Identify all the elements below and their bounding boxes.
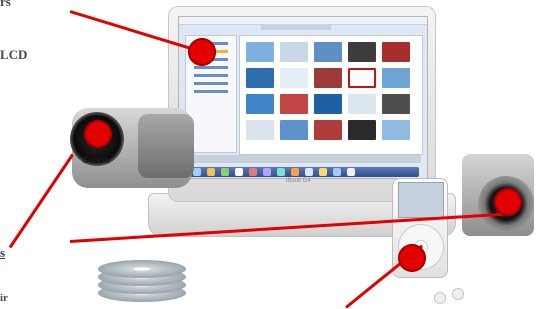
earbud — [452, 288, 464, 300]
photo-thumbnail — [280, 94, 308, 114]
photo-thumbnail — [382, 120, 410, 140]
photo-thumbnail — [314, 68, 342, 88]
photo-thumbnail — [348, 120, 376, 140]
dock-icon — [193, 168, 201, 176]
sidebar-item — [194, 90, 228, 93]
photo-thumbnail — [382, 68, 410, 88]
dock-icon — [221, 168, 229, 176]
dock-icon — [263, 168, 271, 176]
camcorder-logo: Canon — [82, 155, 110, 165]
heading-fragment-bottom: ir — [0, 292, 8, 304]
earbud — [434, 292, 446, 304]
photo-toolbar — [185, 155, 421, 163]
ipod-screen — [398, 182, 444, 218]
link-fragment[interactable]: s — [0, 245, 5, 261]
photo-thumbnail — [382, 42, 410, 62]
dock-icon — [207, 168, 215, 176]
hotspot-camcorder[interactable] — [84, 120, 112, 148]
photo-thumbnail — [280, 120, 308, 140]
dock-icon — [277, 168, 285, 176]
dock-icon — [319, 168, 327, 176]
dock-icon — [333, 168, 341, 176]
photo-thumbnail — [314, 42, 342, 62]
photo-thumbnail — [348, 68, 376, 88]
disc — [98, 260, 186, 278]
photo-thumbnail — [314, 120, 342, 140]
photo-grid — [239, 35, 423, 155]
laptop-screen — [178, 16, 428, 179]
dock-icon — [305, 168, 313, 176]
window-titlebar — [261, 24, 331, 30]
photo-thumbnail — [246, 94, 274, 114]
sidebar-item — [194, 74, 228, 77]
hotspot-laptop-screen[interactable] — [188, 38, 216, 66]
photo-thumbnail — [246, 68, 274, 88]
dock-icon — [235, 168, 243, 176]
photo-thumbnail — [280, 68, 308, 88]
photo-thumbnail — [246, 42, 274, 62]
red-arrow-icon — [8, 153, 74, 249]
photo-thumbnail — [382, 94, 410, 114]
laptop-brand: iBook G4 — [286, 178, 311, 184]
photo-thumbnail — [280, 42, 308, 62]
heading-fragment-top: rs — [0, 0, 11, 9]
hotspot-ipod[interactable] — [398, 244, 426, 272]
product-collage: rs LCD s ir iBook G4 Canon — [0, 0, 537, 309]
sidebar-item — [194, 82, 228, 85]
camcorder-grip — [138, 114, 194, 178]
dock — [187, 167, 419, 177]
photo-thumbnail — [314, 94, 342, 114]
photo-thumbnail — [348, 42, 376, 62]
dock-icon — [347, 168, 355, 176]
hotspot-digital-camera[interactable] — [494, 188, 522, 216]
dock-icon — [291, 168, 299, 176]
photo-thumbnail — [246, 120, 274, 140]
dock-icon — [249, 168, 257, 176]
photo-thumbnail — [348, 94, 376, 114]
sidebar-item — [194, 66, 228, 69]
lcd-label: LCD — [0, 47, 28, 62]
